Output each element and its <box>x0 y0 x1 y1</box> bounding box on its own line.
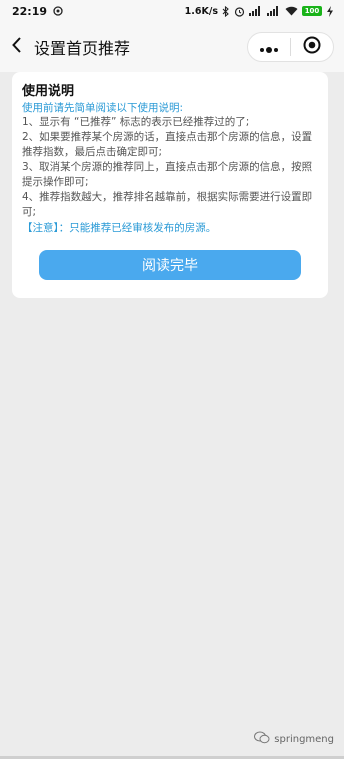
close-target-icon <box>303 36 321 58</box>
signal-icon-2 <box>267 6 281 16</box>
bluetooth-icon <box>222 5 230 17</box>
more-button[interactable] <box>248 33 290 61</box>
watermark: springmeng <box>254 731 334 747</box>
battery-indicator: 100 <box>302 6 322 16</box>
charging-icon <box>326 5 334 17</box>
nav-bar: 设置首页推荐 <box>0 22 344 72</box>
close-button[interactable] <box>291 33 333 61</box>
notification-icon <box>53 6 63 16</box>
signal-icon <box>249 6 263 16</box>
watermark-text: springmeng <box>274 733 334 745</box>
status-time: 22:19 <box>12 4 48 18</box>
instruction-item: 3、取消某个房源的推荐同上，直接点击那个房源的信息，按照提示操作即可; <box>22 161 313 188</box>
notice-text: 【注意】：只能推荐已经审核发布的房源。 <box>22 222 217 234</box>
alarm-icon <box>234 6 245 17</box>
back-button[interactable] <box>2 22 32 72</box>
card-intro: 使用前请先简单阅读以下使用说明: <box>22 102 184 114</box>
more-dots-icon <box>259 38 279 57</box>
wifi-icon <box>285 6 298 16</box>
instruction-item: 1、显示有 “已推荐” 标志的表示已经推荐过的了; <box>22 116 250 128</box>
instruction-item: 2、如果要推荐某个房源的话，直接点击那个房源的信息，设置推荐指数，最后点击确定即… <box>22 131 313 158</box>
page-title: 设置首页推荐 <box>34 39 131 58</box>
mini-program-capsule <box>247 32 334 62</box>
read-done-button[interactable]: 阅读完毕 <box>39 250 301 280</box>
instruction-item: 4、推荐指数越大，推荐排名越靠前，根据实际需要进行设置即可; <box>22 191 313 218</box>
net-speed: 1.6K/s <box>184 5 218 17</box>
card-title: 使用说明 <box>22 84 75 99</box>
wechat-icon <box>254 731 270 747</box>
instructions-card: 使用说明 使用前请先简单阅读以下使用说明: 1、显示有 “已推荐” 标志的表示已… <box>12 72 328 298</box>
status-bar: 22:19 1.6K/s 100 <box>0 0 344 22</box>
back-arrow-icon <box>11 36 23 58</box>
